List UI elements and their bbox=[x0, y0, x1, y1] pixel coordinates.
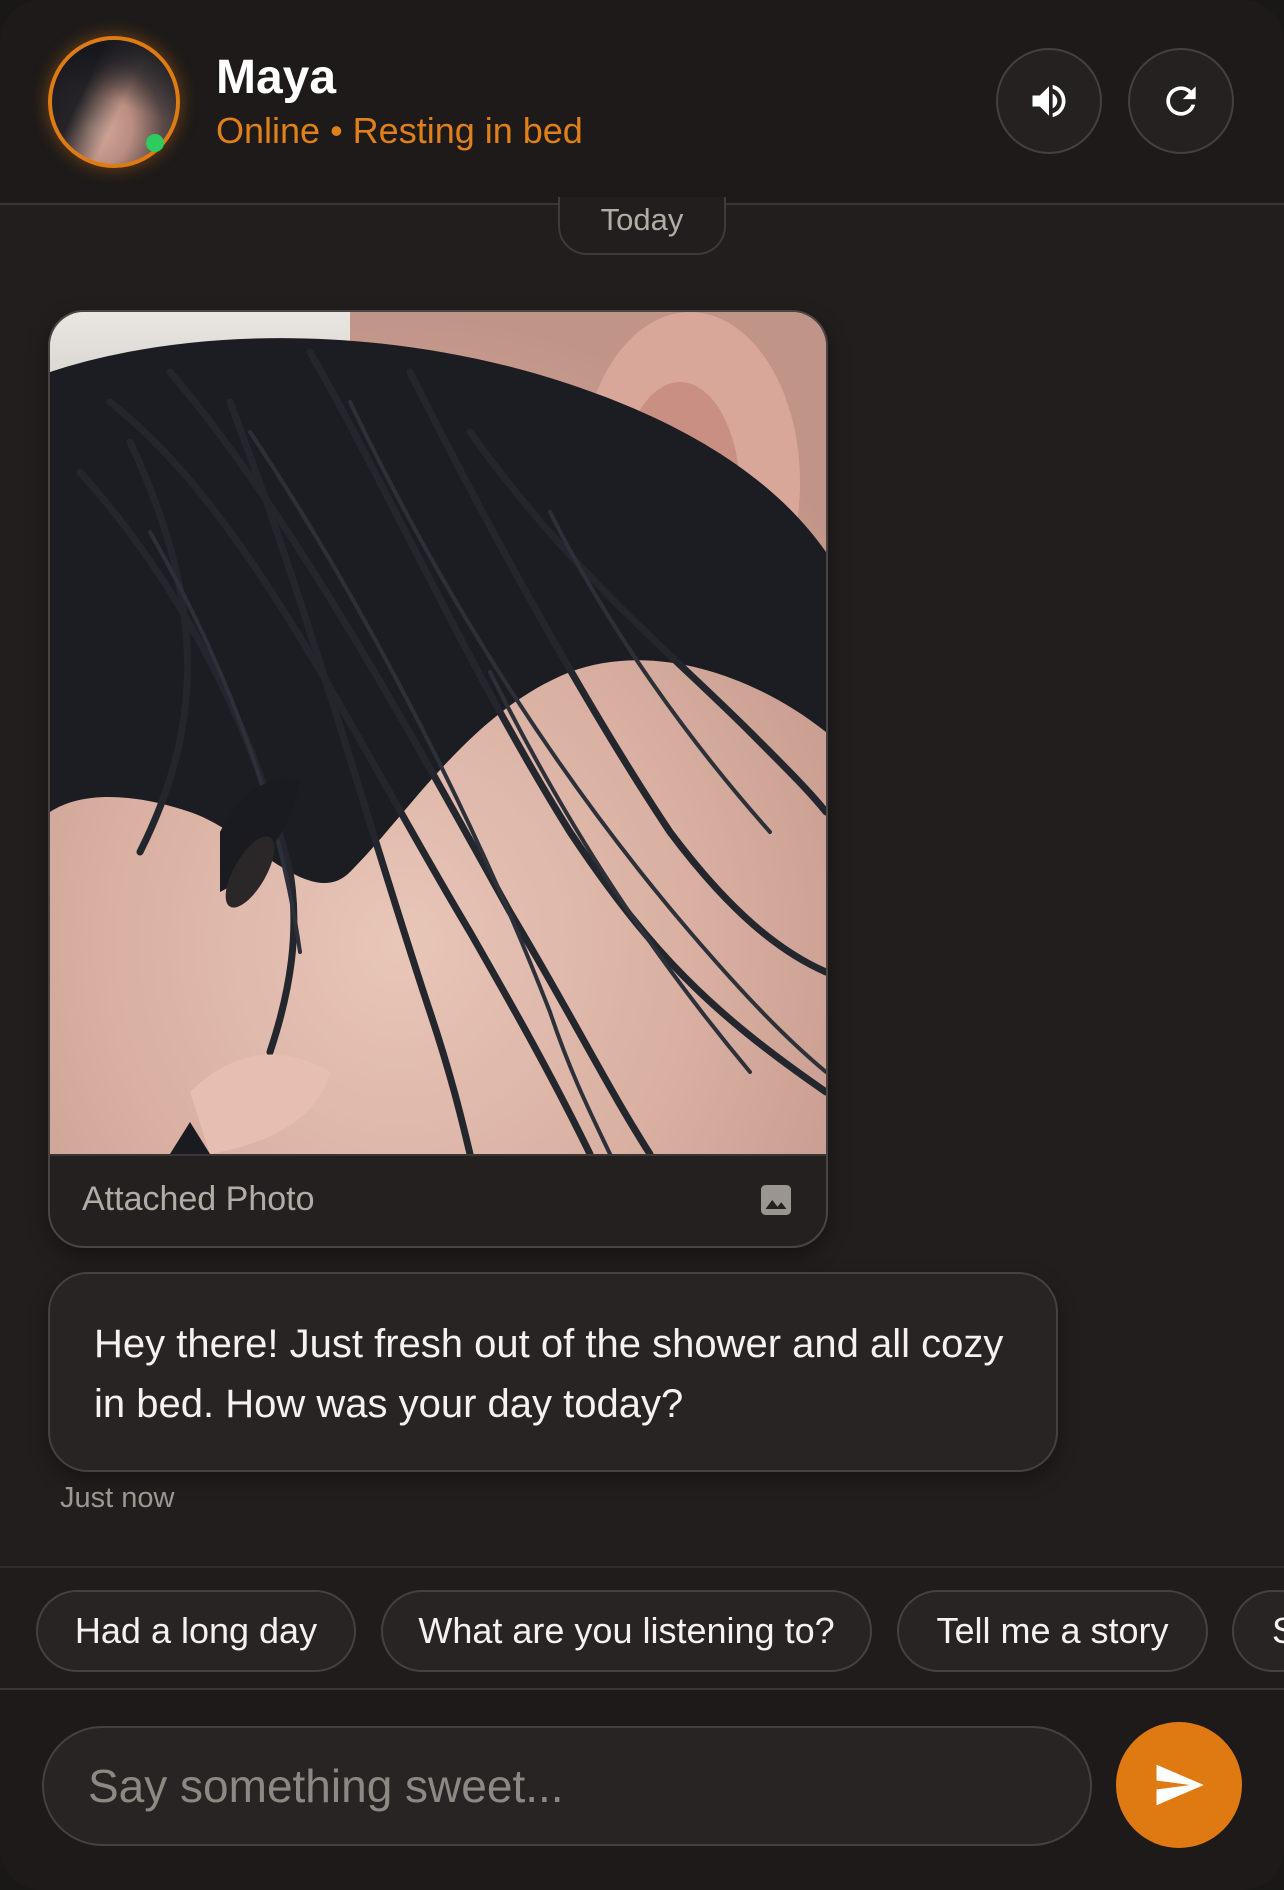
quick-reply-chip[interactable]: S bbox=[1232, 1590, 1284, 1672]
send-button[interactable] bbox=[1116, 1722, 1242, 1848]
sound-button[interactable] bbox=[996, 48, 1102, 154]
chat-header: Maya Online • Resting in bed bbox=[0, 0, 1284, 205]
quick-reply-chip[interactable]: Tell me a story bbox=[897, 1590, 1208, 1672]
quick-replies: Had a long day What are you listening to… bbox=[0, 1566, 1284, 1690]
contact-status: Online • Resting in bed bbox=[216, 110, 583, 151]
speaker-icon bbox=[1032, 84, 1066, 118]
refresh-icon bbox=[1166, 86, 1196, 116]
message-bubble: Hey there! Just fresh out of the shower … bbox=[48, 1272, 1058, 1472]
date-separator: Today bbox=[558, 197, 726, 255]
photo-footer: Attached Photo bbox=[50, 1154, 826, 1246]
image-icon[interactable] bbox=[758, 1182, 794, 1218]
message-composer bbox=[0, 1690, 1284, 1890]
quick-reply-chip[interactable]: What are you listening to? bbox=[381, 1590, 872, 1672]
attached-photo[interactable] bbox=[50, 312, 826, 1154]
send-icon bbox=[1156, 1764, 1204, 1806]
message-timestamp: Just now bbox=[60, 1482, 175, 1514]
chat-app: Maya Online • Resting in bed Today Attac… bbox=[0, 0, 1284, 1890]
message-input[interactable] bbox=[42, 1726, 1092, 1846]
quick-reply-chip[interactable]: Had a long day bbox=[36, 1590, 356, 1672]
message-text: Hey there! Just fresh out of the shower … bbox=[94, 1322, 1004, 1426]
photo-attachment[interactable]: Attached Photo bbox=[48, 310, 828, 1248]
online-indicator bbox=[146, 134, 164, 152]
refresh-button[interactable] bbox=[1128, 48, 1234, 154]
contact-name: Maya bbox=[216, 51, 337, 104]
photo-caption: Attached Photo bbox=[82, 1180, 315, 1218]
photo-image bbox=[50, 312, 826, 1154]
